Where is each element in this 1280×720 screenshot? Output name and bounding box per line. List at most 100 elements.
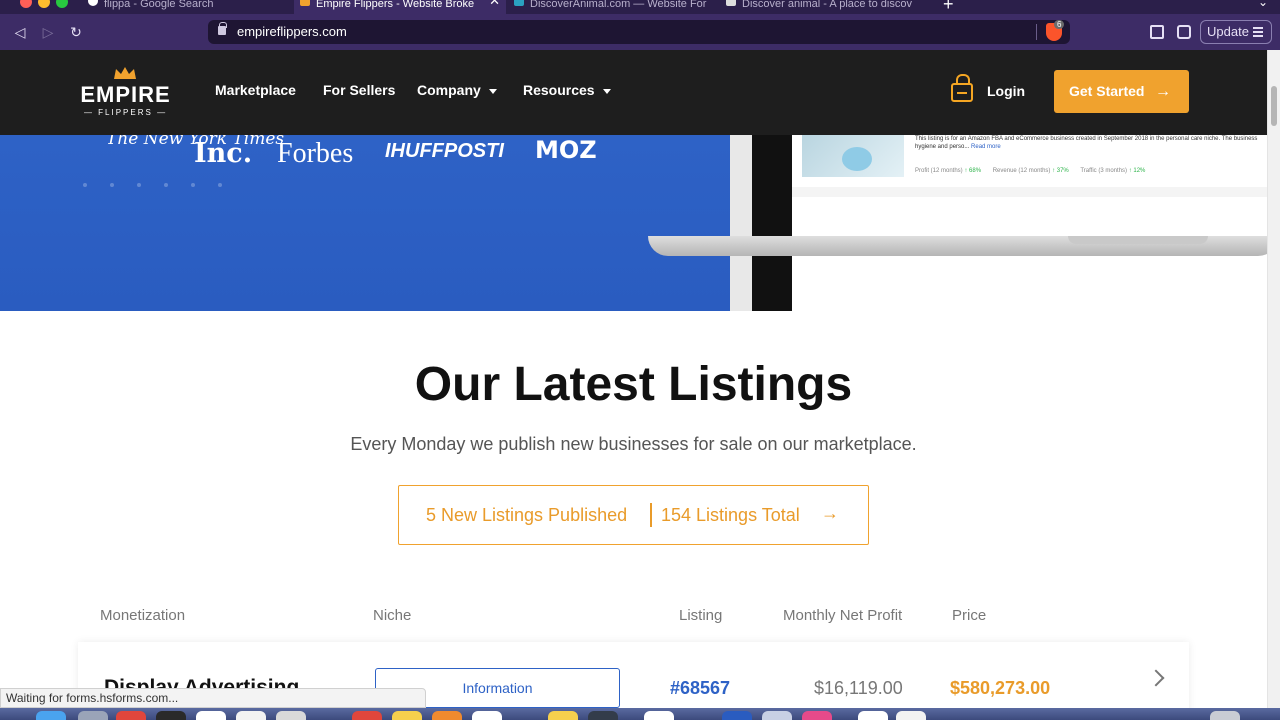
preview-listing-card: This listing is for an Amazon FBA and eC… [792, 135, 1267, 187]
tab-list-chevron-icon[interactable]: ⌄ [1258, 0, 1268, 9]
back-icon[interactable]: ◁ [10, 22, 30, 42]
wallet-icon[interactable] [1177, 25, 1191, 39]
laptop-base [648, 236, 1267, 256]
crown-icon [114, 67, 136, 79]
hamburger-menu-icon [1253, 27, 1263, 37]
row-price: $580,273.00 [950, 678, 1051, 698]
laptop-bezel: This listing is for an Amazon FBA and eC… [752, 135, 1267, 311]
section-title: Our Latest Listings [414, 358, 853, 411]
app-icon[interactable] [432, 711, 462, 720]
lock-icon[interactable] [951, 74, 973, 102]
empire-flippers-logo[interactable]: EMPIRE — FLIPPERS — [78, 67, 173, 117]
column-header-niche: Niche [373, 607, 412, 624]
arrow-right-icon: → [1155, 83, 1171, 100]
new-listings-count: 5 New Listings Published [426, 505, 628, 525]
maximize-window-button[interactable] [56, 0, 68, 8]
app-icon[interactable] [548, 711, 578, 720]
app-icon[interactable] [644, 711, 674, 720]
app-icon[interactable] [276, 711, 306, 720]
lock-icon [218, 22, 227, 35]
app-icon[interactable] [588, 711, 618, 720]
chevron-down-icon [602, 88, 611, 94]
address-bar[interactable]: empireflippers.com 6 [208, 20, 1070, 44]
browser-status-bar: Waiting for forms.hsforms.com... [0, 688, 426, 708]
browser-tab[interactable]: Discover animal - A place to discov [720, 0, 928, 14]
press-logo-huffpost: IHUFFPOSTI [385, 140, 504, 162]
laptop-screen-content: This listing is for an Amazon FBA and eC… [792, 135, 1267, 311]
close-window-button[interactable] [20, 0, 32, 8]
laptop-mockup: This listing is for an Amazon FBA and eC… [730, 135, 1267, 311]
decorative-dot [218, 183, 222, 187]
app-icon[interactable] [196, 711, 226, 720]
listings-counter-button[interactable]: 5 New Listings Published 154 Listings To… [398, 485, 869, 545]
read-more-link: Read more [971, 144, 1001, 150]
arrow-right-icon: → [821, 503, 839, 523]
browser-tab[interactable]: DiscoverAnimal.com — Website For [508, 0, 716, 14]
page-scrollbar[interactable] [1267, 50, 1280, 720]
decorative-dot [83, 183, 87, 187]
finder-icon[interactable] [36, 711, 66, 720]
nav-resources[interactable]: Resources [523, 82, 611, 98]
minimize-window-button[interactable] [38, 0, 50, 8]
nav-for-sellers[interactable]: For Sellers [323, 82, 395, 98]
app-icon[interactable] [116, 711, 146, 720]
forward-icon[interactable]: ▷ [38, 22, 58, 42]
app-icon[interactable] [472, 711, 502, 720]
app-icon[interactable] [896, 711, 926, 720]
google-icon [88, 0, 98, 7]
trash-icon[interactable] [1210, 711, 1240, 720]
column-header-monetization: Monetization [100, 607, 186, 624]
decorative-dot [164, 183, 168, 187]
url-divider [1036, 24, 1037, 40]
press-logo-forbes: Forbes [277, 138, 354, 169]
browser-tab-bar: flippa - Google Search Empire Flippers -… [0, 0, 1280, 14]
press-logo-inc: Inc. [194, 138, 253, 169]
flippa-icon [514, 0, 524, 7]
preview-description: This listing is for an Amazon FBA and eC… [915, 136, 1258, 150]
app-icon[interactable] [352, 711, 382, 720]
column-header-listing: Listing [679, 607, 723, 624]
decorative-dot [110, 183, 114, 187]
scrollbar-thumb[interactable] [1271, 86, 1277, 126]
app-icon[interactable] [858, 711, 888, 720]
preview-stats: Profit (12 months) ↑ 68% Revenue (12 mon… [915, 168, 1146, 174]
reload-icon[interactable]: ↻ [66, 22, 86, 42]
site-favicon-icon [726, 0, 736, 7]
row-monthly-profit: $16,119.00 [814, 678, 903, 698]
browser-tab[interactable]: flippa - Google Search [82, 0, 292, 14]
app-icon[interactable] [156, 711, 186, 720]
url-text: empireflippers.com [237, 24, 347, 39]
chevron-down-icon [488, 88, 497, 94]
total-listings-count: 154 Listings Total [661, 505, 800, 525]
column-header-monthly-net-profit: Monthly Net Profit [783, 607, 903, 624]
new-tab-icon[interactable]: + [943, 0, 954, 14]
crown-icon [300, 0, 310, 7]
sidebar-toggle-icon[interactable] [1150, 25, 1164, 39]
login-link[interactable]: Login [987, 83, 1025, 99]
launchpad-icon[interactable] [78, 711, 108, 720]
nav-company[interactable]: Company [417, 82, 497, 98]
close-tab-icon[interactable]: ✕ [489, 0, 500, 7]
preview-product-image [802, 135, 904, 177]
section-subtitle: Every Monday we publish new businesses f… [350, 434, 917, 454]
browser-toolbar: ◁ ▷ ↻ empireflippers.com 6 Update [0, 14, 1280, 50]
row-listing-id[interactable]: #68567 [670, 678, 730, 699]
hero-band: The New York Times Inc. Forbes IHUFFPOST… [0, 135, 1267, 311]
chevron-right-icon[interactable] [1147, 669, 1165, 687]
get-started-button[interactable]: Get Started → [1054, 70, 1189, 113]
app-icon[interactable] [722, 711, 752, 720]
app-icon[interactable] [762, 711, 792, 720]
column-header-price: Price [952, 607, 987, 624]
macos-dock [0, 708, 1280, 720]
shield-count-badge: 6 [1054, 20, 1065, 29]
press-logo-nyt: The New York Times [106, 135, 285, 149]
browser-tab-active[interactable]: Empire Flippers - Website Broke ✕ [294, 0, 506, 14]
nav-marketplace[interactable]: Marketplace [215, 82, 296, 98]
site-header: EMPIRE — FLIPPERS — Marketplace For Sell… [0, 50, 1267, 135]
app-icon[interactable] [236, 711, 266, 720]
press-logo-moz: MOZ [535, 136, 597, 164]
app-icon[interactable] [392, 711, 422, 720]
app-icon[interactable] [802, 711, 832, 720]
update-button[interactable]: Update [1200, 20, 1272, 44]
counter-divider [650, 503, 652, 527]
